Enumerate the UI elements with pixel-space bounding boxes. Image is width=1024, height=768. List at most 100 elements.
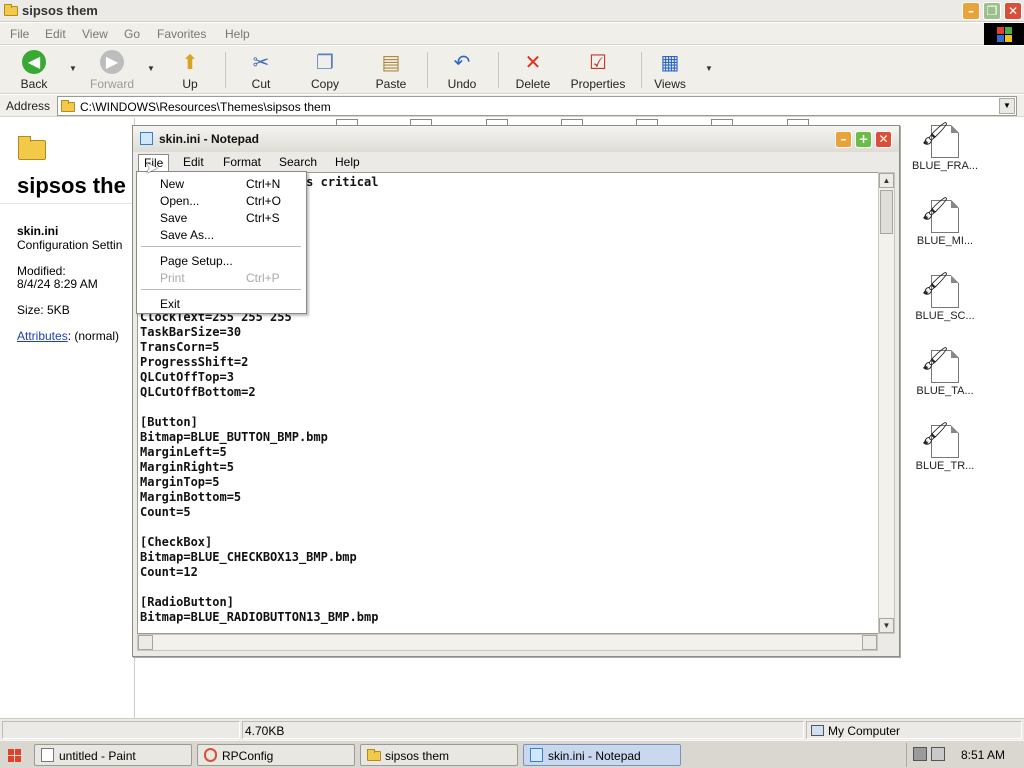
notepad-title-bar[interactable]: skin.ini - Notepad – + ✕: [133, 126, 899, 152]
paste-button[interactable]: ▤ Paste: [368, 48, 414, 92]
horizontal-scrollbar[interactable]: [137, 634, 878, 651]
folder-icon: [367, 749, 381, 761]
notepad-maximize-button[interactable]: +: [855, 131, 872, 148]
file-icon-blue-fra[interactable]: 🖌 BLUE_FRA...: [905, 122, 985, 194]
file-size: Size: 5KB: [17, 303, 70, 317]
copy-icon: ❐: [316, 50, 334, 74]
up-folder-icon: ⬆: [181, 50, 199, 74]
selected-file-type: Configuration Settin: [17, 238, 123, 252]
menu-item-exit[interactable]: Exit: [137, 295, 306, 312]
windows-logo-icon: [984, 23, 1024, 45]
close-button[interactable]: ✕: [1004, 2, 1022, 20]
properties-icon: ☑: [589, 50, 607, 74]
scroll-down-icon[interactable]: ▼: [879, 618, 894, 633]
delete-x-icon: ✕: [524, 50, 542, 74]
menu-item-save[interactable]: Save Ctrl+S: [137, 209, 306, 226]
scroll-up-icon[interactable]: ▲: [879, 173, 894, 188]
address-value: C:\WINDOWS\Resources\Themes\sipsos them: [80, 100, 331, 114]
tray-app-icon[interactable]: [931, 747, 945, 761]
folder-icon: [4, 4, 18, 16]
notepad-icon: [140, 132, 153, 145]
start-button[interactable]: [2, 744, 26, 766]
address-label: Address: [6, 99, 51, 113]
system-tray: 8:51 AM: [906, 743, 1022, 767]
views-dropdown-icon[interactable]: ▼: [705, 64, 713, 73]
scissors-icon: ✂: [252, 50, 270, 74]
menu-item-save-as[interactable]: Save As...: [137, 226, 306, 243]
task-paint[interactable]: untitled - Paint: [34, 744, 192, 766]
clipboard-icon: ▤: [381, 50, 401, 74]
task-notepad[interactable]: skin.ini - Notepad: [523, 744, 681, 766]
scroll-thumb[interactable]: [880, 190, 893, 234]
menu-item-print: Print Ctrl+P: [160, 271, 280, 285]
forward-button[interactable]: ▶ Forward: [86, 48, 138, 92]
notepad-menu-edit[interactable]: Edit: [178, 154, 209, 171]
task-rpconfig[interactable]: RPConfig: [197, 744, 355, 766]
status-size: 4.70KB: [245, 724, 285, 738]
attributes-value: : (normal): [67, 329, 120, 343]
attributes-link[interactable]: Attributes: [17, 329, 68, 343]
folder-icon: [61, 100, 75, 112]
address-bar: Address C:\WINDOWS\Resources\Themes\sips…: [0, 95, 1024, 117]
taskbar: untitled - Paint RPConfig sipsos them sk…: [0, 740, 1024, 768]
delete-button[interactable]: ✕ Delete: [510, 48, 556, 92]
explorer-status-bar: 4.70KB My Computer: [0, 718, 1024, 740]
computer-icon: [811, 725, 824, 736]
notepad-title: skin.ini - Notepad: [159, 132, 260, 146]
task-sipsos-them[interactable]: sipsos them: [360, 744, 518, 766]
forward-arrow-icon: ▶: [100, 50, 124, 74]
menu-item-page-setup[interactable]: Page Setup...: [137, 252, 306, 269]
menu-item-new[interactable]: New Ctrl+N: [137, 175, 306, 192]
menu-help[interactable]: Help: [225, 27, 250, 41]
selected-file-name: skin.ini: [17, 224, 59, 238]
address-dropdown-icon[interactable]: ▼: [999, 98, 1015, 114]
undo-button[interactable]: ↶ Undo: [440, 48, 484, 92]
rpconfig-icon: [204, 748, 217, 762]
file-icon-blue-tr[interactable]: 🖌 BLUE_TR...: [905, 422, 985, 494]
views-button[interactable]: ▦ Views: [648, 48, 692, 92]
notepad-menu-bar: File Edit Format Search Help: [133, 152, 899, 172]
menu-favorites[interactable]: Favorites: [157, 27, 206, 41]
status-zone: My Computer: [828, 724, 901, 738]
explorer-title: sipsos them: [22, 3, 98, 18]
back-dropdown-icon[interactable]: ▼: [69, 64, 77, 73]
scroll-left-icon[interactable]: [138, 635, 153, 650]
notepad-menu-search[interactable]: Search: [274, 154, 322, 171]
back-button[interactable]: ◀ Back: [10, 48, 58, 92]
explorer-toolbar: ◀ Back ▼ ▶ Forward ▼ ⬆ Up ✂ Cut ❐ Copy ▤…: [0, 46, 1024, 94]
menu-item-open[interactable]: Open... Ctrl+O: [137, 192, 306, 209]
menu-go[interactable]: Go: [124, 27, 140, 41]
file-icon-blue-ta[interactable]: 🖌 BLUE_TA...: [905, 347, 985, 419]
scroll-right-icon[interactable]: [862, 635, 877, 650]
undo-icon: ↶: [453, 50, 471, 74]
minimize-button[interactable]: –: [962, 2, 980, 20]
vertical-scrollbar[interactable]: ▲ ▼: [878, 172, 895, 634]
folder-title: sipsos the: [17, 173, 126, 198]
restore-button[interactable]: ❐: [983, 2, 1001, 20]
address-input[interactable]: C:\WINDOWS\Resources\Themes\sipsos them …: [57, 96, 1017, 116]
properties-button[interactable]: ☑ Properties: [566, 48, 630, 92]
up-button[interactable]: ⬆ Up: [170, 48, 210, 92]
details-pane: sipsos the skin.ini Configuration Settin…: [0, 118, 135, 718]
notepad-minimize-button[interactable]: –: [835, 131, 852, 148]
notepad-close-button[interactable]: ✕: [875, 131, 892, 148]
modified-label: Modified:: [17, 264, 66, 278]
explorer-title-bar[interactable]: sipsos them – ❐ ✕: [0, 0, 1024, 22]
menu-file[interactable]: File: [10, 27, 29, 41]
modified-value: 8/4/24 8:29 AM: [17, 277, 98, 291]
back-arrow-icon: ◀: [22, 50, 46, 74]
network-icon[interactable]: [913, 747, 927, 761]
file-icon-blue-mi[interactable]: 🖌 BLUE_MI...: [905, 197, 985, 269]
notepad-menu-help[interactable]: Help: [330, 154, 365, 171]
file-icon-blue-sc[interactable]: 🖌 BLUE_SC...: [905, 272, 985, 344]
views-grid-icon: ▦: [660, 50, 680, 74]
cut-button[interactable]: ✂ Cut: [238, 48, 284, 92]
menu-edit[interactable]: Edit: [45, 27, 66, 41]
menu-view[interactable]: View: [82, 27, 108, 41]
clock[interactable]: 8:51 AM: [961, 748, 1005, 762]
forward-dropdown-icon[interactable]: ▼: [147, 64, 155, 73]
copy-button[interactable]: ❐ Copy: [302, 48, 348, 92]
file-menu-dropdown: New Ctrl+N Open... Ctrl+O Save Ctrl+S Save …: [136, 171, 307, 314]
notepad-menu-format[interactable]: Format: [218, 154, 266, 171]
paint-icon: [41, 748, 54, 762]
